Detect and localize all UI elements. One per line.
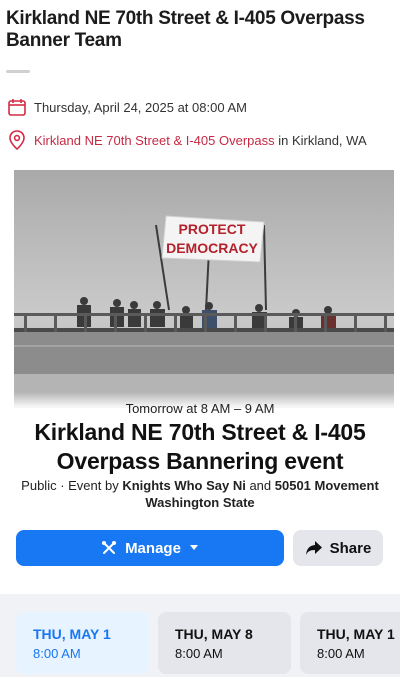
date-card-day: THU, MAY 1 <box>33 626 111 642</box>
date-card-day: THU, MAY 8 <box>175 626 253 642</box>
cover-photo-illustration: PROTECT DEMOCRACY <box>14 215 394 408</box>
manage-button[interactable]: Manage <box>16 530 284 566</box>
date-card-time: 8:00 AM <box>33 646 81 661</box>
banner-line-1: PROTECT <box>179 221 246 237</box>
event-when: Tomorrow at 8 AM – 9 AM <box>125 401 275 416</box>
event-datetime-row: Thursday, April 24, 2025 at 08:00 AM <box>6 96 247 118</box>
date-card-day: THU, MAY 1 <box>317 626 395 642</box>
host-link-1[interactable]: Knights Who Say Ni <box>122 478 246 493</box>
date-card-2[interactable]: THU, MAY 1 8:00 AM <box>300 612 400 674</box>
banner-line-2: DEMOCRACY <box>166 240 258 256</box>
share-button[interactable]: Share <box>293 530 383 566</box>
event-name: Kirkland NE 70th Street & I-405 Overpass… <box>34 419 366 474</box>
location-suffix: in Kirkland, WA <box>274 132 367 148</box>
date-card-0[interactable]: THU, MAY 1 8:00 AM <box>16 612 149 674</box>
calendar-icon <box>6 96 28 118</box>
date-card-time: 8:00 AM <box>175 646 223 661</box>
event-visibility: Public · Event by <box>21 478 123 493</box>
date-card-1[interactable]: THU, MAY 8 8:00 AM <box>158 612 291 674</box>
title-divider <box>6 70 30 73</box>
share-arrow-icon <box>305 540 323 556</box>
share-label: Share <box>329 539 372 557</box>
hosts-and: and <box>245 478 275 493</box>
wrench-scissors-icon <box>101 540 117 556</box>
location-pin-icon <box>6 129 28 151</box>
event-location-row: Kirkland NE 70th Street & I-405 Overpass… <box>6 129 367 151</box>
event-cover-photo[interactable]: PROTECT DEMOCRACY <box>14 170 394 408</box>
date-card-time: 8:00 AM <box>317 646 365 661</box>
event-datetime: Thursday, April 24, 2025 at 08:00 AM <box>34 99 247 115</box>
caret-down-icon <box>189 544 199 552</box>
event-hosts: Public · Event by Knights Who Say Ni and… <box>20 477 380 511</box>
location-link[interactable]: Kirkland NE 70th Street & I-405 Overpass <box>34 133 275 148</box>
manage-label: Manage <box>125 539 181 557</box>
page-title: Kirkland NE 70th Street & I-405 Overpass… <box>6 8 365 51</box>
